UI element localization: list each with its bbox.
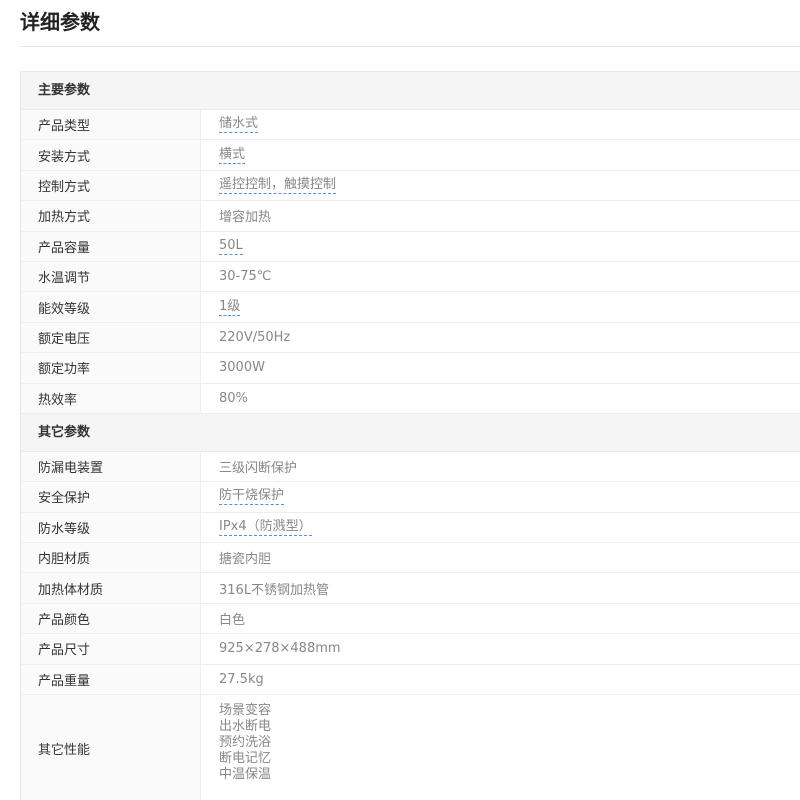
spec-label: 加热方式 [21, 201, 201, 231]
spec-value-cell: 三级闪断保护 [201, 452, 800, 481]
spec-value-cell: 遥控控制，触摸控制 [201, 171, 800, 200]
spec-row-features: 其它性能 场景变容 出水断电 预约洗浴 断电记忆 中温保温 [21, 695, 800, 800]
spec-label: 内胆材质 [21, 543, 201, 573]
spec-row: 产品重量 27.5kg [21, 664, 800, 696]
spec-value-link[interactable]: 1级 [219, 299, 241, 316]
spec-label: 防漏电装置 [21, 451, 201, 482]
spec-value-cell: 30-75℃ [201, 262, 800, 291]
spec-value-line: 中温保温 [219, 767, 272, 783]
spec-row: 热效率 80% [21, 383, 800, 414]
spec-row: 防水等级 IPx4（防溅型） [21, 512, 800, 544]
spec-value-link[interactable]: IPx4（防溅型） [219, 519, 312, 536]
spec-value-link[interactable]: 储水式 [219, 116, 259, 134]
spec-row: 安全保护 防干烧保护 [21, 482, 800, 513]
spec-value-link[interactable]: 遥控控制，触摸控制 [219, 177, 337, 194]
spec-value-cell: 3000W [201, 353, 800, 382]
spec-label: 产品尺寸 [21, 634, 201, 664]
section-header-main: 主要参数 [21, 72, 800, 110]
spec-row: 能效等级 1级 [21, 292, 800, 323]
spec-label: 额定功率 [21, 353, 201, 383]
spec-value-link[interactable]: 50L [219, 238, 243, 255]
spec-value: 220V/50Hz [219, 329, 291, 345]
spec-value: 增容加热 [219, 210, 272, 226]
spec-row: 产品尺寸 925×278×488mm [21, 634, 800, 665]
main-params-group: 产品类型 储水式 安装方式 横式控制方式 遥控控制，触摸控制加热方式 增容加热产品容量 50… [21, 110, 800, 414]
spec-table: 主要参数 产品类型 储水式 安装方式 横式 控制方式 遥控控制，触摸控制 加热方式 增容加热产… [20, 71, 800, 800]
spec-value-cell: 80% [201, 384, 800, 413]
spec-value-cell: 增容加热 [201, 201, 800, 230]
spec-value-cell: IPx4（防溅型） [201, 513, 800, 542]
spec-value: 27.5kg [219, 671, 264, 687]
spec-row: 加热方式 增容加热 [21, 201, 800, 232]
spec-row: 额定功率 3000W [21, 353, 800, 384]
spec-value-cell: 50L [201, 232, 800, 261]
spec-row: 加热体材质 316L不锈钢加热管 [21, 573, 800, 604]
title-divider [20, 46, 800, 47]
spec-value-link[interactable]: 防干烧保护 [219, 488, 285, 506]
page-title: 详细参数 [20, 10, 100, 34]
spec-value: 白色 [219, 613, 246, 629]
spec-value-cell: 白色 [201, 604, 800, 633]
spec-value: 80% [219, 390, 248, 406]
spec-value: 搪瓷内胆 [219, 552, 272, 568]
spec-row: 水温调节 30-75℃ [21, 261, 800, 293]
spec-value-cell: 横式 [201, 140, 800, 169]
spec-row: 产品颜色 白色 [21, 603, 800, 635]
spec-label: 产品重量 [21, 664, 201, 695]
spec-label: 额定电压 [21, 322, 201, 353]
spec-value-cell: 316L不锈钢加热管 [201, 573, 800, 602]
page: 详细参数 主要参数 产品类型 储水式 安装方式 横式控制方式 遥控控制，触摸控制加热方式… [0, 0, 800, 800]
spec-row: 控制方式 遥控控制，触摸控制 [21, 170, 800, 202]
spec-label: 防水等级 [21, 512, 201, 543]
spec-label: 热效率 [21, 383, 201, 413]
spec-label: 产品类型 [21, 110, 201, 140]
other-params-group: 防漏电装置 三级闪断保护安全保护 防干烧保护 防水等级 IPx4（防溅型） 内胆材质 搪瓷内… [21, 451, 800, 696]
spec-value-line: 出水断电 [219, 719, 272, 735]
spec-label: 水温调节 [21, 261, 201, 292]
spec-value-line: 断电记忆 [219, 751, 272, 767]
spec-value-cell: 1级 [201, 292, 800, 321]
spec-row: 额定电压 220V/50Hz [21, 322, 800, 354]
spec-label: 产品容量 [21, 231, 201, 261]
spec-value-line: 预约洗浴 [219, 735, 272, 751]
spec-value-cell: 搪瓷内胆 [201, 543, 800, 572]
spec-label: 其它性能 [21, 695, 201, 800]
spec-value: 3000W [219, 360, 265, 376]
spec-value-cell: 防干烧保护 [201, 482, 800, 511]
spec-value-link[interactable]: 横式 [219, 147, 246, 164]
spec-label: 控制方式 [21, 170, 201, 201]
spec-value-line: 场景变容 [219, 703, 272, 719]
spec-value-cell: 925×278×488mm [201, 634, 800, 663]
spec-value: 316L不锈钢加热管 [219, 582, 330, 598]
spec-value: 30-75℃ [219, 269, 272, 285]
spec-label: 能效等级 [21, 292, 201, 322]
spec-label: 加热体材质 [21, 573, 201, 603]
spec-label: 安装方式 [21, 140, 201, 170]
spec-value-list: 场景变容 出水断电 预约洗浴 断电记忆 中温保温 [201, 695, 800, 800]
spec-value-cell: 储水式 [201, 110, 800, 139]
spec-value-cell: 220V/50Hz [201, 323, 800, 352]
spec-value-cell: 27.5kg [201, 665, 800, 694]
spec-value: 925×278×488mm [219, 641, 341, 657]
section-header-other: 其它参数 [21, 413, 800, 452]
spec-row: 安装方式 横式 [21, 140, 800, 171]
spec-row: 产品容量 50L [21, 231, 800, 262]
spec-label: 安全保护 [21, 482, 201, 512]
spec-row: 防漏电装置 三级闪断保护 [21, 451, 800, 483]
spec-row: 内胆材质 搪瓷内胆 [21, 543, 800, 574]
spec-row: 产品类型 储水式 [21, 110, 800, 141]
spec-label: 产品颜色 [21, 603, 201, 634]
spec-value: 三级闪断保护 [219, 461, 298, 477]
